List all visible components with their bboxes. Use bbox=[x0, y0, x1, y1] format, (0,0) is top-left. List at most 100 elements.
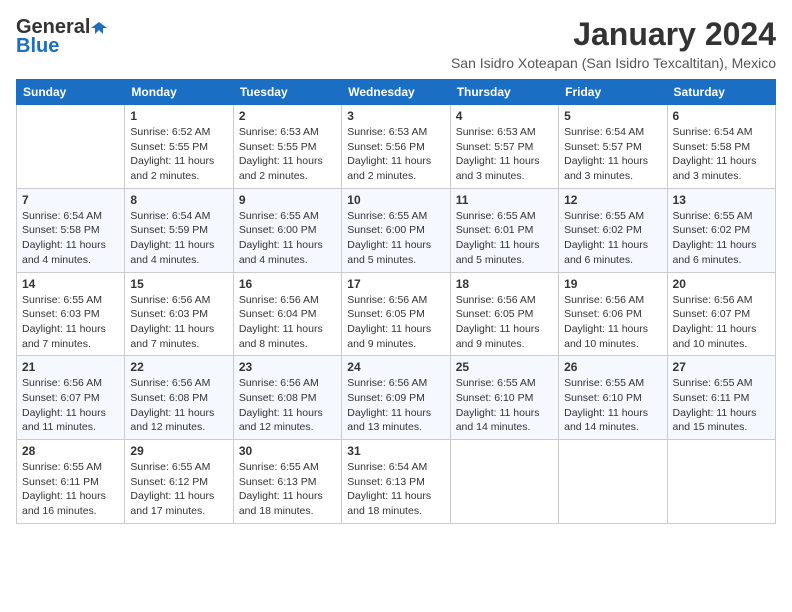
day-info: Sunrise: 6:56 AMSunset: 6:03 PMDaylight:… bbox=[130, 293, 227, 352]
calendar-cell: 9Sunrise: 6:55 AMSunset: 6:00 PMDaylight… bbox=[233, 188, 341, 272]
day-info: Sunrise: 6:55 AMSunset: 6:11 PMDaylight:… bbox=[673, 376, 770, 435]
calendar-table: SundayMondayTuesdayWednesdayThursdayFrid… bbox=[16, 79, 776, 524]
day-number: 19 bbox=[564, 277, 661, 291]
day-number: 6 bbox=[673, 109, 770, 123]
calendar-cell: 3Sunrise: 6:53 AMSunset: 5:56 PMDaylight… bbox=[342, 105, 450, 189]
day-info: Sunrise: 6:56 AMSunset: 6:09 PMDaylight:… bbox=[347, 376, 444, 435]
day-info: Sunrise: 6:53 AMSunset: 5:55 PMDaylight:… bbox=[239, 125, 336, 184]
day-number: 18 bbox=[456, 277, 553, 291]
day-info: Sunrise: 6:55 AMSunset: 6:02 PMDaylight:… bbox=[564, 209, 661, 268]
calendar-cell: 14 Sunrise: 6:55 AMSunset: 6:03 PMDayligh… bbox=[17, 272, 125, 356]
day-info: Sunrise: 6:56 AMSunset: 6:04 PMDaylight:… bbox=[239, 293, 336, 352]
calendar-cell: 11 Sunrise: 6:55 AMSunset: 6:01 PMDayligh… bbox=[450, 188, 558, 272]
day-number: 22 bbox=[130, 360, 227, 374]
day-info: Sunrise: 6:56 AMSunset: 6:05 PMDaylight:… bbox=[456, 293, 553, 352]
day-info: Sunrise: 6:55 AMSunset: 6:03 PMDaylight:… bbox=[22, 293, 119, 352]
calendar-cell: 27 Sunrise: 6:55 AMSunset: 6:11 PMDayligh… bbox=[667, 356, 775, 440]
day-number: 28 bbox=[22, 444, 119, 458]
calendar-header-row: SundayMondayTuesdayWednesdayThursdayFrid… bbox=[17, 80, 776, 105]
day-number: 31 bbox=[347, 444, 444, 458]
calendar-cell: 16 Sunrise: 6:56 AMSunset: 6:04 PMDayligh… bbox=[233, 272, 341, 356]
day-info: Sunrise: 6:56 AMSunset: 6:07 PMDaylight:… bbox=[22, 376, 119, 435]
month-title: January 2024 bbox=[451, 16, 776, 53]
col-header-saturday: Saturday bbox=[667, 80, 775, 105]
title-block: January 2024 San Isidro Xoteapan (San Is… bbox=[451, 16, 776, 71]
day-info: Sunrise: 6:55 AMSunset: 6:13 PMDaylight:… bbox=[239, 460, 336, 519]
day-number: 1 bbox=[130, 109, 227, 123]
day-number: 30 bbox=[239, 444, 336, 458]
day-number: 10 bbox=[347, 193, 444, 207]
day-info: Sunrise: 6:55 AMSunset: 6:11 PMDaylight:… bbox=[22, 460, 119, 519]
day-number: 27 bbox=[673, 360, 770, 374]
calendar-cell bbox=[450, 440, 558, 524]
calendar-cell: 29Sunrise: 6:55 AMSunset: 6:12 PMDayligh… bbox=[125, 440, 233, 524]
day-info: Sunrise: 6:52 AMSunset: 5:55 PMDaylight:… bbox=[130, 125, 227, 184]
col-header-friday: Friday bbox=[559, 80, 667, 105]
calendar-cell: 25 Sunrise: 6:55 AMSunset: 6:10 PMDayligh… bbox=[450, 356, 558, 440]
col-header-monday: Monday bbox=[125, 80, 233, 105]
calendar-cell: 22 Sunrise: 6:56 AMSunset: 6:08 PMDayligh… bbox=[125, 356, 233, 440]
calendar-cell: 19 Sunrise: 6:56 AMSunset: 6:06 PMDayligh… bbox=[559, 272, 667, 356]
day-info: Sunrise: 6:56 AMSunset: 6:07 PMDaylight:… bbox=[673, 293, 770, 352]
calendar-week-1: 1 Sunrise: 6:52 AMSunset: 5:55 PMDaylight… bbox=[17, 105, 776, 189]
col-header-wednesday: Wednesday bbox=[342, 80, 450, 105]
calendar-cell: 5Sunrise: 6:54 AMSunset: 5:57 PMDaylight… bbox=[559, 105, 667, 189]
calendar-cell: 26Sunrise: 6:55 AMSunset: 6:10 PMDayligh… bbox=[559, 356, 667, 440]
calendar-cell: 8Sunrise: 6:54 AMSunset: 5:59 PMDaylight… bbox=[125, 188, 233, 272]
day-number: 21 bbox=[22, 360, 119, 374]
day-number: 2 bbox=[239, 109, 336, 123]
location-title: San Isidro Xoteapan (San Isidro Texcalti… bbox=[451, 55, 776, 71]
calendar-cell: 1 Sunrise: 6:52 AMSunset: 5:55 PMDaylight… bbox=[125, 105, 233, 189]
day-number: 24 bbox=[347, 360, 444, 374]
day-info: Sunrise: 6:56 AMSunset: 6:06 PMDaylight:… bbox=[564, 293, 661, 352]
day-info: Sunrise: 6:55 AMSunset: 6:00 PMDaylight:… bbox=[347, 209, 444, 268]
calendar-cell: 20Sunrise: 6:56 AMSunset: 6:07 PMDayligh… bbox=[667, 272, 775, 356]
day-info: Sunrise: 6:55 AMSunset: 6:10 PMDaylight:… bbox=[564, 376, 661, 435]
day-number: 3 bbox=[347, 109, 444, 123]
calendar-cell: 23Sunrise: 6:56 AMSunset: 6:08 PMDayligh… bbox=[233, 356, 341, 440]
col-header-tuesday: Tuesday bbox=[233, 80, 341, 105]
day-number: 25 bbox=[456, 360, 553, 374]
calendar-cell: 2 Sunrise: 6:53 AMSunset: 5:55 PMDaylight… bbox=[233, 105, 341, 189]
calendar-cell: 4Sunrise: 6:53 AMSunset: 5:57 PMDaylight… bbox=[450, 105, 558, 189]
day-number: 16 bbox=[239, 277, 336, 291]
calendar-cell: 30 Sunrise: 6:55 AMSunset: 6:13 PMDayligh… bbox=[233, 440, 341, 524]
day-info: Sunrise: 6:55 AMSunset: 6:12 PMDaylight:… bbox=[130, 460, 227, 519]
calendar-cell bbox=[17, 105, 125, 189]
calendar-cell bbox=[559, 440, 667, 524]
calendar-cell: 18 Sunrise: 6:56 AMSunset: 6:05 PMDayligh… bbox=[450, 272, 558, 356]
calendar-cell: 21 Sunrise: 6:56 AMSunset: 6:07 PMDayligh… bbox=[17, 356, 125, 440]
calendar-week-2: 7 Sunrise: 6:54 AMSunset: 5:58 PMDaylight… bbox=[17, 188, 776, 272]
day-number: 17 bbox=[347, 277, 444, 291]
day-info: Sunrise: 6:56 AMSunset: 6:08 PMDaylight:… bbox=[130, 376, 227, 435]
day-info: Sunrise: 6:54 AMSunset: 5:57 PMDaylight:… bbox=[564, 125, 661, 184]
calendar-cell: 17 Sunrise: 6:56 AMSunset: 6:05 PMDayligh… bbox=[342, 272, 450, 356]
day-info: Sunrise: 6:54 AMSunset: 5:58 PMDaylight:… bbox=[673, 125, 770, 184]
day-number: 7 bbox=[22, 193, 119, 207]
day-info: Sunrise: 6:55 AMSunset: 6:02 PMDaylight:… bbox=[673, 209, 770, 268]
calendar-week-3: 14 Sunrise: 6:55 AMSunset: 6:03 PMDayligh… bbox=[17, 272, 776, 356]
calendar-cell: 6 Sunrise: 6:54 AMSunset: 5:58 PMDaylight… bbox=[667, 105, 775, 189]
day-number: 13 bbox=[673, 193, 770, 207]
calendar-week-5: 28 Sunrise: 6:55 AMSunset: 6:11 PMDayligh… bbox=[17, 440, 776, 524]
calendar-cell: 13 Sunrise: 6:55 AMSunset: 6:02 PMDayligh… bbox=[667, 188, 775, 272]
day-number: 23 bbox=[239, 360, 336, 374]
calendar-cell: 28 Sunrise: 6:55 AMSunset: 6:11 PMDayligh… bbox=[17, 440, 125, 524]
day-info: Sunrise: 6:54 AMSunset: 6:13 PMDaylight:… bbox=[347, 460, 444, 519]
day-info: Sunrise: 6:56 AMSunset: 6:05 PMDaylight:… bbox=[347, 293, 444, 352]
day-number: 14 bbox=[22, 277, 119, 291]
day-number: 12 bbox=[564, 193, 661, 207]
day-info: Sunrise: 6:55 AMSunset: 6:10 PMDaylight:… bbox=[456, 376, 553, 435]
logo-blue: Blue bbox=[16, 35, 59, 58]
day-number: 9 bbox=[239, 193, 336, 207]
col-header-thursday: Thursday bbox=[450, 80, 558, 105]
day-info: Sunrise: 6:55 AMSunset: 6:01 PMDaylight:… bbox=[456, 209, 553, 268]
col-header-sunday: Sunday bbox=[17, 80, 125, 105]
day-info: Sunrise: 6:54 AMSunset: 5:59 PMDaylight:… bbox=[130, 209, 227, 268]
day-info: Sunrise: 6:53 AMSunset: 5:57 PMDaylight:… bbox=[456, 125, 553, 184]
calendar-cell: 24 Sunrise: 6:56 AMSunset: 6:09 PMDayligh… bbox=[342, 356, 450, 440]
calendar-week-4: 21 Sunrise: 6:56 AMSunset: 6:07 PMDayligh… bbox=[17, 356, 776, 440]
day-number: 11 bbox=[456, 193, 553, 207]
calendar-cell bbox=[667, 440, 775, 524]
day-info: Sunrise: 6:54 AMSunset: 5:58 PMDaylight:… bbox=[22, 209, 119, 268]
